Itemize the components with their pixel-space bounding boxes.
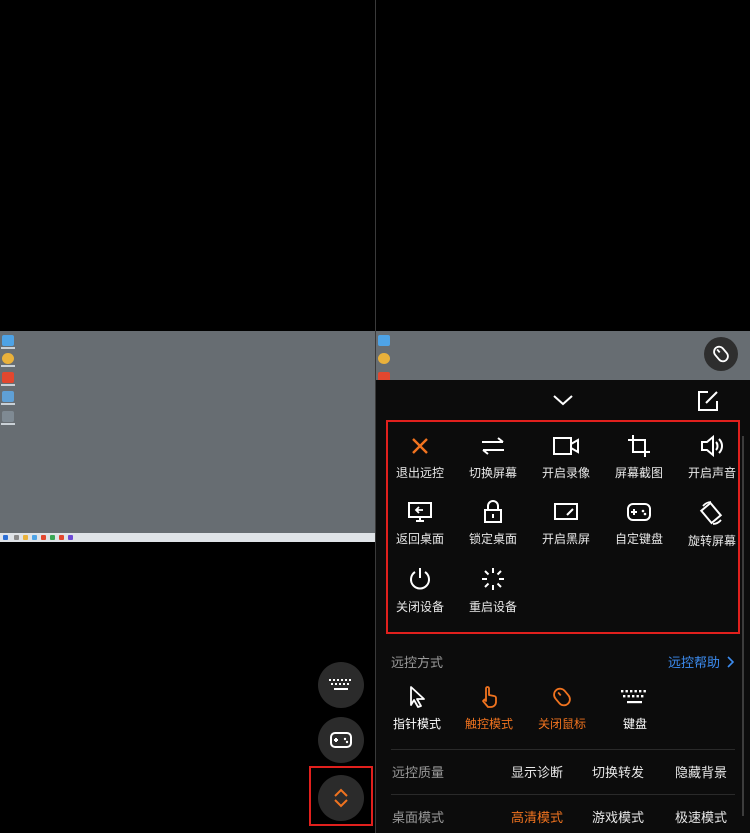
hd-mode-option[interactable]: 高清模式 (511, 807, 563, 826)
desktop-app-icon (2, 335, 14, 346)
keyboard-fab[interactable] (318, 662, 364, 708)
keyboard-icon (621, 690, 646, 704)
mouse-icon (713, 345, 729, 363)
fast-mode-option[interactable]: 极速模式 (675, 807, 727, 826)
highlight-box (386, 420, 740, 634)
desktop-mode-label: 桌面模式 (392, 811, 445, 826)
desktop-icon-label (1, 403, 15, 405)
pointer-icon (410, 686, 425, 708)
chevron-down-icon (553, 395, 573, 406)
chevron-right-icon (727, 655, 734, 668)
edit-button[interactable] (697, 390, 719, 416)
desktop-app-icon (378, 353, 390, 364)
disable-mouse-button[interactable]: 关闭鼠标 (527, 685, 597, 732)
game-mode-option[interactable]: 游戏模式 (592, 807, 644, 826)
desktop-icon-label (1, 384, 15, 386)
collapse-button[interactable] (552, 392, 574, 411)
taskbar-icon (23, 535, 28, 540)
desktop-icon-label (1, 347, 15, 349)
touch-mode-button[interactable]: 触控模式 (454, 685, 524, 732)
taskbar-icon (59, 535, 64, 540)
disable-mouse-label: 关闭鼠标 (537, 717, 586, 731)
keyboard-mode-button[interactable]: 键盘 (600, 685, 670, 732)
taskbar (0, 533, 375, 542)
start-icon (3, 535, 8, 540)
taskbar-icon (14, 535, 19, 540)
remote-desktop-preview[interactable] (0, 331, 375, 542)
taskbar-icon (68, 535, 73, 540)
taskbar-icon (32, 535, 37, 540)
remote-help-label: 远控帮助 (667, 656, 720, 671)
taskbar-icon (50, 535, 55, 540)
desktop-icon-label (1, 365, 15, 367)
remote-help-link[interactable]: 远控帮助 (668, 652, 734, 671)
edit-icon (698, 391, 718, 411)
control-sheet: 退出远控 切换屏幕 开启录像 屏幕截图 开启声音 返回桌面 锁定桌面 开启黑屏 … (376, 380, 750, 833)
scrollbar[interactable] (742, 436, 744, 816)
pointer-mode-button[interactable]: 指针模式 (382, 685, 452, 732)
pointer-mode-label: 指针模式 (392, 717, 441, 731)
sheet-header (376, 380, 750, 424)
show-diagnostics-option[interactable]: 显示诊断 (511, 762, 563, 781)
desktop-app-icon (2, 372, 14, 383)
right-remote-view: 退出远控 切换屏幕 开启录像 屏幕截图 开启声音 返回桌面 锁定桌面 开启黑屏 … (376, 0, 750, 833)
taskbar-icon (41, 535, 46, 540)
gamepad-icon (330, 732, 352, 748)
quality-label: 远控质量 (392, 766, 445, 781)
hide-background-option[interactable]: 隐藏背景 (675, 762, 727, 781)
desktop-app-icon (378, 335, 390, 346)
mouse-toggle-button[interactable] (704, 337, 738, 371)
touch-hand-icon (482, 686, 497, 708)
desktop-app-icon (2, 411, 14, 422)
control-mode-title: 远控方式 (391, 656, 444, 671)
desktop-icon-label (1, 423, 15, 425)
highlight-box (309, 766, 373, 826)
keyboard-icon (329, 679, 351, 690)
touch-mode-label: 触控模式 (464, 717, 513, 731)
keyboard-mode-label: 键盘 (622, 717, 647, 731)
divider (391, 794, 735, 795)
divider (391, 749, 735, 750)
desktop-app-icon (2, 353, 14, 364)
gamepad-fab[interactable] (318, 717, 364, 763)
left-remote-view (0, 0, 375, 833)
desktop-app-icon (2, 391, 14, 402)
mouse-icon (553, 687, 571, 707)
switch-relay-option[interactable]: 切换转发 (592, 762, 644, 781)
